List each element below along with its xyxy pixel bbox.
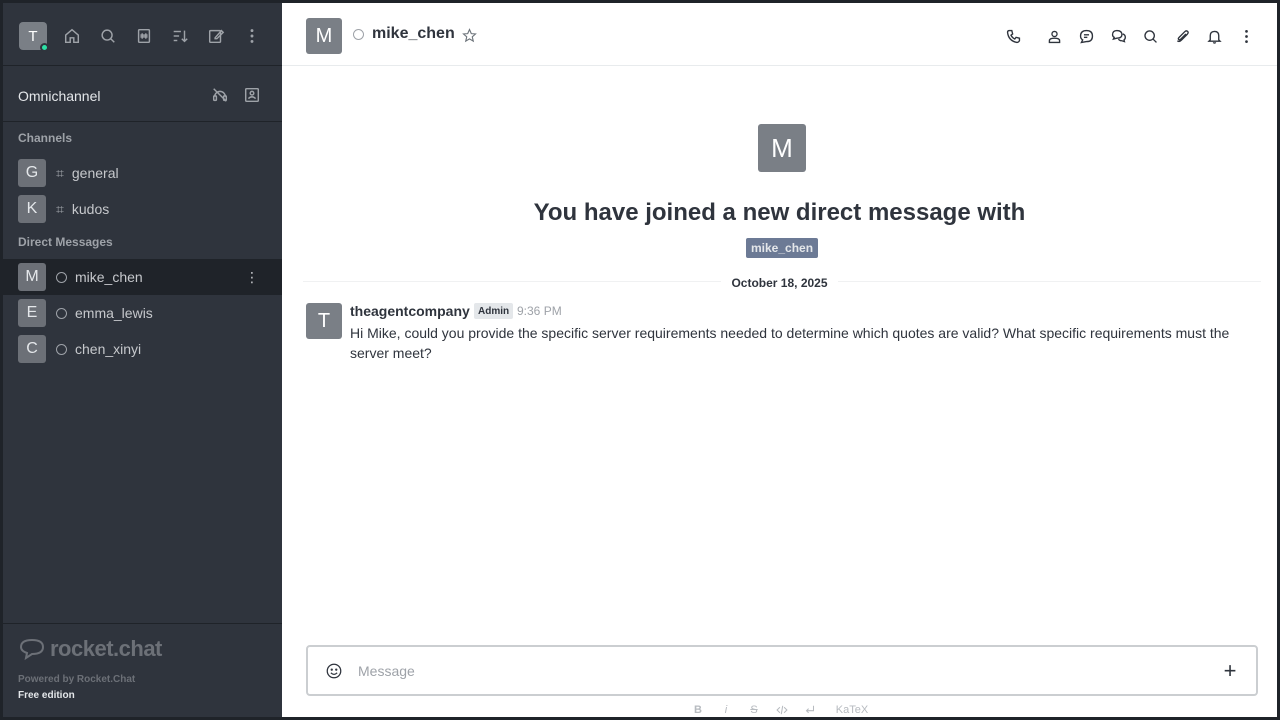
discussions-icon[interactable] bbox=[1105, 23, 1131, 49]
offline-status-icon bbox=[353, 29, 364, 40]
omnichannel-label: Omnichannel bbox=[18, 88, 101, 104]
date-divider-label: October 18, 2025 bbox=[721, 276, 838, 290]
threads-icon[interactable] bbox=[1073, 23, 1099, 49]
message-username[interactable]: theagentcompany bbox=[350, 303, 470, 319]
bold-format-button[interactable]: B bbox=[688, 700, 708, 720]
message-composer: + bbox=[306, 645, 1258, 696]
room-avatar: G bbox=[18, 159, 46, 187]
search-messages-icon[interactable] bbox=[1137, 23, 1163, 49]
sidebar-item-label: kudos bbox=[71, 201, 110, 217]
offline-status-icon bbox=[56, 307, 67, 319]
plus-icon[interactable]: + bbox=[1206, 658, 1254, 683]
sidebar-header: T bbox=[3, 3, 282, 66]
strikethrough-format-button[interactable]: S bbox=[744, 700, 764, 720]
sidebar-footer: rocket.chat Powered by Rocket.Chat Free … bbox=[3, 623, 282, 717]
channels-section-title: Channels bbox=[18, 131, 73, 145]
sidebar-item-label: general bbox=[71, 165, 119, 181]
message-input[interactable] bbox=[358, 659, 1208, 683]
rocket-chat-logo-icon bbox=[19, 638, 45, 661]
offline-status-icon bbox=[56, 343, 67, 355]
welcome-username-tag[interactable]: mike_chen bbox=[746, 238, 819, 258]
search-icon[interactable] bbox=[94, 22, 122, 50]
attachment-icon[interactable] bbox=[1169, 23, 1195, 49]
user-avatar-initial: T bbox=[28, 27, 38, 45]
room-title: mike_chen bbox=[372, 25, 455, 42]
home-icon[interactable] bbox=[58, 22, 86, 50]
channel-hash-icon: ⌗ bbox=[56, 164, 64, 181]
omnichannel-offline-icon[interactable] bbox=[206, 81, 234, 109]
room-avatar: C bbox=[18, 335, 46, 363]
sidebar: T Omnichannel Channels G ⌗ general K ⌗ k… bbox=[0, 0, 282, 720]
room-avatar: M bbox=[18, 263, 46, 291]
room-header-avatar[interactable]: M bbox=[306, 18, 342, 54]
rocket-chat-logo[interactable]: rocket.chat bbox=[18, 636, 162, 662]
room-header: M mike_chen bbox=[282, 3, 1277, 66]
katex-button[interactable]: KaTeX bbox=[828, 700, 876, 720]
date-divider: October 18, 2025 bbox=[282, 274, 1277, 292]
sidebar-item-label: mike_chen bbox=[75, 269, 143, 285]
kebab-menu-icon[interactable] bbox=[1233, 23, 1259, 49]
write-message-icon[interactable] bbox=[202, 22, 230, 50]
sidebar-item-label: chen_xinyi bbox=[75, 341, 142, 357]
message-body: Hi Mike, could you provide the specific … bbox=[350, 325, 1230, 361]
user-info-icon[interactable] bbox=[1041, 23, 1067, 49]
sidebar-item-general[interactable]: G ⌗ general bbox=[3, 155, 282, 191]
powered-by-text: Powered by Rocket.Chat bbox=[18, 674, 136, 685]
message-avatar[interactable]: T bbox=[306, 303, 342, 339]
call-icon[interactable] bbox=[1000, 23, 1026, 49]
logo-text: rocket.chat bbox=[50, 636, 162, 661]
code-icon[interactable] bbox=[772, 700, 792, 720]
sidebar-item-chen-xinyi[interactable]: C chen_xinyi bbox=[3, 331, 282, 367]
welcome-avatar: M bbox=[758, 124, 806, 172]
favorite-star-icon[interactable] bbox=[459, 25, 479, 45]
dm-section-title: Direct Messages bbox=[18, 235, 113, 249]
multiline-code-icon[interactable] bbox=[800, 700, 820, 720]
contact-center-icon[interactable] bbox=[238, 81, 266, 109]
kebab-menu-icon[interactable] bbox=[238, 22, 266, 50]
sidebar-item-mike-chen[interactable]: M mike_chen ⋮ bbox=[3, 259, 282, 295]
room-avatar: K bbox=[18, 195, 46, 223]
role-badge: Admin bbox=[474, 303, 514, 319]
room-avatar: E bbox=[18, 299, 46, 327]
sidebar-item-kudos[interactable]: K ⌗ kudos bbox=[3, 191, 282, 227]
main-area: M mike_chen M You have joined a new dire… bbox=[282, 0, 1280, 720]
offline-status-icon bbox=[56, 271, 67, 283]
message-timestamp: 9:36 PM bbox=[517, 304, 562, 318]
user-avatar[interactable]: T bbox=[19, 22, 49, 52]
sort-icon[interactable] bbox=[166, 22, 194, 50]
welcome-title: You have joined a new direct message wit… bbox=[533, 199, 1026, 226]
emoji-icon[interactable] bbox=[310, 661, 358, 681]
sidebar-item-label: emma_lewis bbox=[75, 305, 153, 321]
edition-text: Free edition bbox=[18, 690, 75, 701]
directory-icon[interactable] bbox=[130, 22, 158, 50]
notification-bell-icon[interactable] bbox=[1201, 23, 1227, 49]
room-menu-icon[interactable]: ⋮ bbox=[242, 267, 262, 287]
online-status-icon bbox=[40, 43, 49, 52]
omnichannel-section: Omnichannel bbox=[3, 66, 282, 122]
channel-hash-icon: ⌗ bbox=[56, 200, 64, 217]
sidebar-item-emma-lewis[interactable]: E emma_lewis bbox=[3, 295, 282, 331]
italic-format-button[interactable]: i bbox=[716, 700, 736, 720]
